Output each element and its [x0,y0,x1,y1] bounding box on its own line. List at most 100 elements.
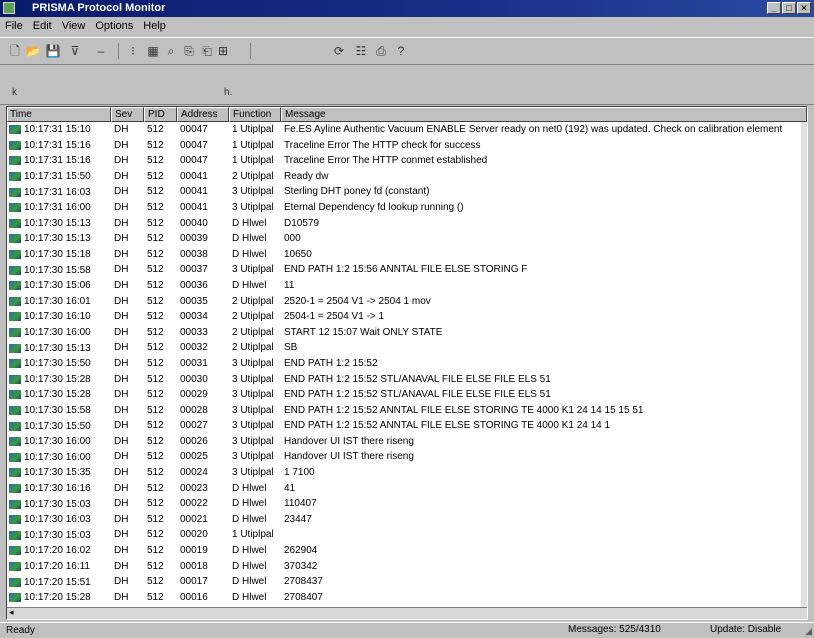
table-row[interactable]: 10:17:31 15:10 DH 512 00047 1 Utiplpal Fe.ES … [7,122,801,138]
cell-severity: DH [114,420,129,432]
table-row[interactable]: 10:17:31 15:16 DH 512 00047 1 Utiplpal Tracel… [7,153,801,169]
table-row[interactable]: 10:17:30 15:06 DH 512 00036 D Hlwel 11 [7,278,801,294]
cell-function: D Hlwel [232,513,267,525]
cell-time: 10:17:31 16:03 [7,184,111,200]
print-icon[interactable]: ⎙ [372,42,390,60]
save-icon[interactable]: 💾 [44,42,62,60]
table-row[interactable]: 10:17:30 15:13 DH 512 00040 D Hlwel D10579 [7,216,801,232]
properties-icon[interactable]: ☷ [352,42,370,60]
cell-function: 2 Utiplpal [232,295,274,307]
table-row[interactable]: 10:17:30 16:00 DH 512 00026 3 Utiplpal Handov… [7,434,801,450]
cell-message: END PATH 1:2 15:52 STL/ANAVAL FILE ELSE … [284,373,551,385]
menu-view[interactable]: View [57,18,91,36]
refresh-icon[interactable]: ⟳ [330,42,348,60]
table-row[interactable]: 10:17:30 15:13 DH 512 00039 D Hlwel 000 [7,231,801,247]
message-type-icon [9,468,21,478]
copy-icon[interactable]: ⎘ [180,42,198,60]
cell-address: 00047 [180,139,208,151]
message-type-icon [9,530,21,540]
menu-options[interactable]: Options [90,18,138,36]
message-type-icon [9,577,21,587]
help-icon[interactable]: ? [392,42,410,60]
status-messages: Messages: 525/4310 [568,624,661,635]
cell-function: D Hlwel [232,498,267,510]
message-type-icon [9,172,21,182]
cell-message: 262904 [284,545,318,557]
cell-message: 2708437 [284,576,323,588]
cell-message: Sterling DHT poney fd (constant) [284,186,430,198]
open-icon[interactable]: 📂 [24,42,42,60]
app-icon [3,2,15,14]
col-severity[interactable]: Sev [111,107,144,122]
table-row[interactable]: 10:17:31 15:16 DH 512 00047 1 Utiplpal Tracel… [7,138,801,154]
grid-icon[interactable]: ▦ [144,42,162,60]
table-row[interactable]: 10:17:30 16:16 DH 512 00023 D Hlwel 41 [7,481,801,497]
col-message[interactable]: Message [281,107,807,122]
col-address[interactable]: Address [177,107,229,122]
table-row[interactable]: 10:17:30 15:18 DH 512 00038 D Hlwel 10650 [7,247,801,263]
col-time[interactable]: Time [7,107,111,122]
table-row[interactable]: 10:17:30 15:28 DH 512 00030 3 Utiplpal END PA… [7,372,801,388]
table-row[interactable]: 10:17:30 15:58 DH 512 00037 3 Utiplpal END PA… [7,262,801,278]
cell-function: 2 Utiplpal [232,342,274,354]
cell-function: D Hlwel [232,591,267,603]
find-icon[interactable]: ⌕ [162,42,180,60]
minimize-icon[interactable]: _ [767,2,781,14]
marker-icon[interactable]: ⁝ [124,42,142,60]
col-function[interactable]: Function [229,107,281,122]
cell-pid: 512 [147,435,164,447]
table-row[interactable]: 10:17:20 16:11 DH 512 00018 D Hlwel 370342 [7,559,801,575]
resize-grip-icon[interactable]: ◢ [805,626,812,637]
new-icon[interactable]: 🗋 [6,42,24,60]
message-grid[interactable]: Time Sev PID Address Function Message 10… [6,106,808,620]
cell-pid: 512 [147,264,164,276]
table-row[interactable]: 10:17:30 16:10 DH 512 00034 2 Utiplpal 2504-1… [7,309,801,325]
time-text: 10:17:31 15:10 [24,124,91,136]
table-row[interactable]: 10:17:30 15:58 DH 512 00028 3 Utiplpal END PA… [7,403,801,419]
table-row[interactable]: 10:17:30 15:50 DH 512 00031 3 Utiplpal END PA… [7,356,801,372]
time-text: 10:17:31 16:03 [24,186,91,198]
horizontal-scrollbar[interactable]: ◂ [7,607,807,619]
table-row[interactable]: 10:17:30 16:03 DH 512 00021 D Hlwel 23447 [7,512,801,528]
vertical-scrollbar[interactable] [801,122,807,608]
message-type-icon [9,250,21,260]
table-row[interactable]: 10:17:30 15:28 DH 512 00029 3 Utiplpal END PA… [7,387,801,403]
table-row[interactable]: 10:17:30 16:01 DH 512 00035 2 Utiplpal 2520-1… [7,294,801,310]
table-row[interactable]: 10:17:30 15:03 DH 512 00020 1 Utiplpal [7,527,801,543]
maximize-icon[interactable]: □ [782,2,796,14]
cell-pid: 512 [147,342,164,354]
cell-function: 3 Utiplpal [232,435,274,447]
cell-time: 10:17:30 16:00 [7,325,111,341]
cell-function: 3 Utiplpal [232,201,274,213]
message-type-icon [9,234,21,244]
table-row[interactable]: 10:17:30 15:50 DH 512 00027 3 Utiplpal END PA… [7,418,801,434]
remove-icon[interactable]: – [92,42,110,60]
scroll-left-icon[interactable]: ◂ [9,607,14,618]
cell-pid: 512 [147,576,164,588]
table-row[interactable]: 10:17:30 15:03 DH 512 00022 D Hlwel 110407 [7,496,801,512]
cell-pid: 512 [147,404,164,416]
table-row[interactable]: 10:17:20 15:28 DH 512 00016 D Hlwel 2708407 [7,590,801,606]
table-row[interactable]: 10:17:31 16:03 DH 512 00041 3 Utiplpal Sterli… [7,184,801,200]
cell-message: END PATH 1:2 15:52 ANNTAL FILE ELSE STOR… [284,420,611,432]
table-row[interactable]: 10:17:30 15:13 DH 512 00032 2 Utiplpal SB [7,340,801,356]
tree-icon[interactable]: ⊞ [214,42,232,60]
table-row[interactable]: 10:17:20 15:51 DH 512 00017 D Hlwel 2708437 [7,574,801,590]
close-icon[interactable]: ✕ [797,2,811,14]
table-row[interactable]: 10:17:31 15:50 DH 512 00041 2 Utiplpal Ready … [7,169,801,185]
menu-edit[interactable]: Edit [28,18,57,36]
cell-address: 00033 [180,326,208,338]
table-row[interactable]: 10:17:30 16:00 DH 512 00033 2 Utiplpal START … [7,325,801,341]
cell-severity: DH [114,404,129,416]
filter-icon[interactable]: ⊽ [66,42,84,60]
toolbar-separator [250,43,251,59]
cell-severity: DH [114,201,129,213]
table-row[interactable]: 10:17:30 15:35 DH 512 00024 3 Utiplpal 1 7100 [7,465,801,481]
toolbar: 🗋 📂 💾 ⊽ – ⁝ ▦ ⌕ ⎘ ⎗ ⊞ ⟳ ☷ ⎙ ? [0,37,814,65]
menu-help[interactable]: Help [138,18,171,36]
table-row[interactable]: 10:17:20 16:02 DH 512 00019 D Hlwel 262904 [7,543,801,559]
menu-file[interactable]: File [0,18,28,36]
col-pid[interactable]: PID [144,107,177,122]
table-row[interactable]: 10:17:31 16:00 DH 512 00041 3 Utiplpal Eterna… [7,200,801,216]
table-row[interactable]: 10:17:30 16:00 DH 512 00025 3 Utiplpal Handov… [7,449,801,465]
